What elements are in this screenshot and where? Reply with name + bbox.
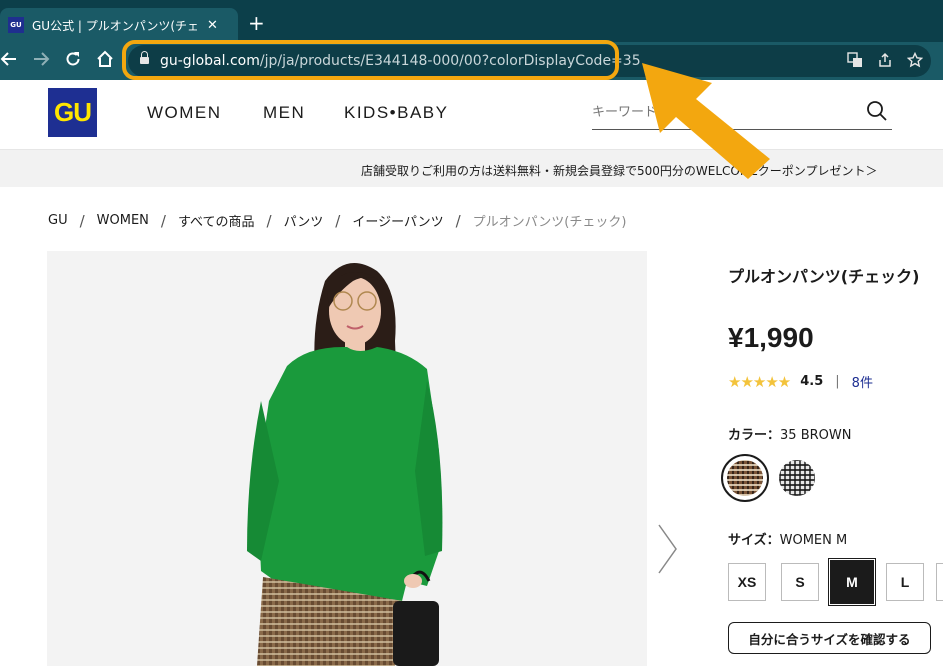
tab-title: GU公式 | プルオンパンツ(チェック) | フ — [32, 18, 197, 33]
size-s-button[interactable]: S — [781, 563, 819, 601]
size-value: WOMEN M — [779, 533, 848, 548]
close-tab-icon[interactable]: ✕ — [207, 18, 218, 33]
reload-icon[interactable] — [64, 50, 82, 73]
breadcrumb-current: プルオンパンツ(チェック) — [472, 215, 627, 230]
product-name: プルオンパンツ(チェック) — [728, 267, 920, 286]
new-tab-button[interactable]: + — [248, 13, 265, 33]
next-image-chevron-icon[interactable] — [657, 523, 679, 575]
annotation-arrow-icon — [642, 63, 770, 179]
forward-icon[interactable] — [32, 50, 50, 73]
breadcrumb-separator: / — [79, 211, 85, 230]
breadcrumb-separator: / — [266, 211, 272, 230]
rating-score: 4.5 — [800, 374, 824, 389]
color-label-title: カラー： — [728, 428, 781, 443]
logo-text: GU — [54, 97, 92, 127]
breadcrumb-pants[interactable]: パンツ — [284, 211, 324, 230]
home-icon[interactable] — [96, 50, 114, 73]
color-swatch-brown[interactable] — [727, 460, 763, 496]
promo-text: 店舗受取りご利用の方は送料無料・新規会員登録で500円分のWELCOMEクーポン… — [361, 164, 878, 178]
site-header: GU WOMEN MEN KIDS•BABY — [0, 80, 943, 150]
size-fit-button[interactable]: 自分に合うサイズを確認する — [728, 622, 931, 654]
breadcrumb-separator: / — [335, 211, 341, 230]
back-icon[interactable] — [0, 50, 18, 73]
product-image[interactable] — [47, 251, 647, 666]
size-xs-button[interactable]: XS — [728, 563, 766, 601]
translate-icon[interactable] — [847, 52, 863, 72]
nav-kids-baby[interactable]: KIDS•BABY — [344, 103, 449, 123]
browser-tab-bar: GU GU公式 | プルオンパンツ(チェック) | フ ✕ + — [0, 0, 943, 42]
nav-men[interactable]: MEN — [263, 103, 305, 123]
breadcrumb-gu[interactable]: GU — [48, 213, 68, 228]
share-icon[interactable] — [877, 52, 893, 72]
rating-divider: | — [835, 374, 840, 389]
url-highlight-box — [122, 40, 619, 80]
size-l-button[interactable]: L — [886, 563, 924, 601]
color-value: 35 BROWN — [780, 428, 852, 443]
product-price: ¥1,990 — [728, 322, 814, 353]
breadcrumb-women[interactable]: WOMEN — [97, 213, 149, 228]
breadcrumb: GU / WOMEN / すべての商品 / パンツ / イージーパンツ / プル… — [48, 211, 627, 231]
size-label-title: サイズ： — [728, 533, 780, 548]
color-label: カラー：35 BROWN — [728, 424, 851, 443]
breadcrumb-all-products[interactable]: すべての商品 — [178, 211, 255, 230]
browser-tab[interactable]: GU GU公式 | プルオンパンツ(チェック) | フ ✕ — [0, 8, 238, 42]
gu-logo[interactable]: GU — [48, 88, 97, 137]
breadcrumb-separator: / — [455, 211, 461, 230]
model-photo-illustration — [247, 263, 443, 666]
size-label: サイズ：WOMEN M — [728, 529, 847, 548]
rating-stars-icon: ★★★★★ — [728, 372, 791, 391]
bookmark-star-icon[interactable] — [906, 51, 924, 72]
review-count-link[interactable]: 8件 — [852, 372, 873, 391]
color-swatch-black-check[interactable] — [779, 460, 815, 496]
nav-women[interactable]: WOMEN — [147, 103, 222, 123]
gu-favicon-icon: GU — [8, 17, 24, 33]
product-rating: ★★★★★ 4.5 | 8件 — [728, 372, 873, 392]
size-next-partial[interactable] — [936, 563, 943, 601]
size-m-button[interactable]: M — [828, 558, 876, 606]
breadcrumb-separator: / — [160, 211, 166, 230]
search-icon[interactable] — [866, 100, 888, 122]
breadcrumb-easy-pants[interactable]: イージーパンツ — [352, 211, 443, 230]
promo-banner[interactable]: 店舗受取りご利用の方は送料無料・新規会員登録で500円分のWELCOMEクーポン… — [0, 150, 943, 187]
